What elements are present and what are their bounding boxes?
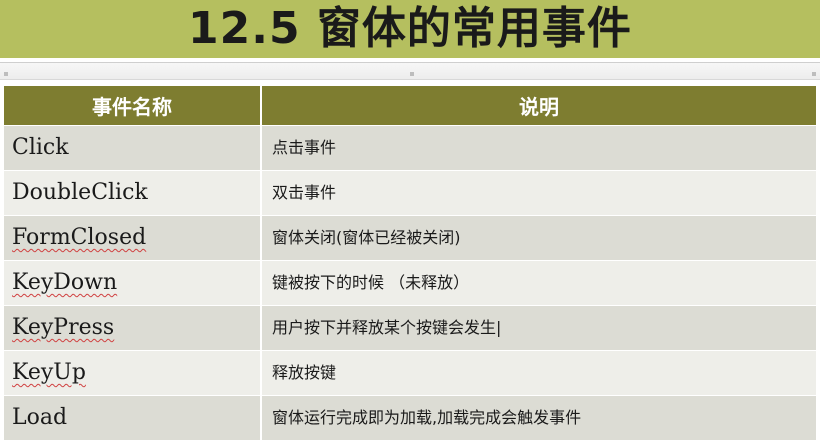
event-name-cell: KeyDown [4, 261, 262, 305]
event-desc-cell: 窗体运行完成即为加载,加载完成会触发事件 [262, 396, 816, 440]
divider-marker [4, 72, 8, 76]
event-name: KeyUp [12, 360, 86, 385]
event-name-cell: Load [4, 396, 262, 440]
event-name: KeyPress [12, 315, 115, 340]
event-name: Click [12, 135, 69, 160]
event-description: 窗体关闭(窗体已经被关闭) [272, 228, 461, 247]
event-desc-cell: 键被按下的时候 （未释放） [262, 261, 816, 305]
event-description: 点击事件 [272, 138, 337, 157]
event-name: FormClosed [12, 225, 147, 250]
header-event-name: 事件名称 [4, 86, 262, 125]
event-description: 双击事件 [272, 183, 337, 202]
table-row: FormClosed 窗体关闭(窗体已经被关闭) [4, 216, 816, 261]
event-name-cell: FormClosed [4, 216, 262, 260]
event-name-cell: DoubleClick [4, 171, 262, 215]
event-description: 释放按键 [272, 363, 337, 382]
event-desc-cell: 点击事件 [262, 126, 816, 170]
event-desc-cell: 窗体关闭(窗体已经被关闭) [262, 216, 816, 260]
event-name: KeyDown [12, 270, 118, 295]
divider [0, 62, 820, 80]
header-description: 说明 [519, 95, 559, 119]
event-desc-cell: 双击事件 [262, 171, 816, 215]
event-desc-cell: 释放按键 [262, 351, 816, 395]
table-row: KeyPress 用户按下并释放某个按键会发生| [4, 306, 816, 351]
slide-title: 12.5 窗体的常用事件 [188, 3, 632, 54]
slide: 12.5 窗体的常用事件 事件名称 说明 Click 点击事件 DoubleCl… [0, 0, 820, 442]
table-row: DoubleClick 双击事件 [4, 171, 816, 216]
title-bar: 12.5 窗体的常用事件 [0, 0, 820, 58]
table-row: Click 点击事件 [4, 126, 816, 171]
event-name-cell: KeyUp [4, 351, 262, 395]
event-name-cell: KeyPress [4, 306, 262, 350]
events-table: 事件名称 说明 Click 点击事件 DoubleClick 双击事件 Form… [4, 86, 816, 441]
event-description: 键被按下的时候 （未释放） [272, 273, 470, 292]
event-description: 窗体运行完成即为加载,加载完成会触发事件 [272, 408, 582, 427]
event-desc-cell: 用户按下并释放某个按键会发生| [262, 306, 816, 350]
divider-marker [812, 72, 816, 76]
table-row: KeyDown 键被按下的时候 （未释放） [4, 261, 816, 306]
event-name: Load [12, 405, 68, 430]
event-description: 用户按下并释放某个按键会发生| [272, 318, 502, 337]
table-row: KeyUp 释放按键 [4, 351, 816, 396]
table-row: Load 窗体运行完成即为加载,加载完成会触发事件 [4, 396, 816, 441]
event-name-cell: Click [4, 126, 262, 170]
divider-marker [410, 72, 414, 76]
event-name: DoubleClick [12, 180, 148, 205]
table-header-row: 事件名称 说明 [4, 86, 816, 126]
